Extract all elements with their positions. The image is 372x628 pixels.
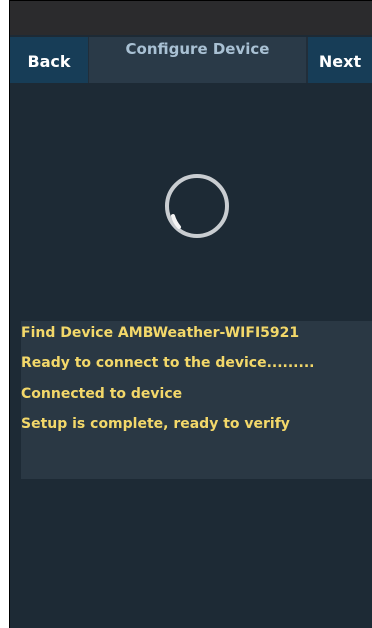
back-button[interactable]: Back <box>10 37 88 83</box>
back-button-label: Back <box>27 52 71 71</box>
page-title: Configure Device <box>89 37 306 83</box>
configure-device-screen: Back Configure Device Next Find Device A… <box>9 0 372 628</box>
log-line-find-device: Find Device AMBWeather-WIFI5921 <box>21 325 300 341</box>
log-line-setup-complete: Setup is complete, ready to verify <box>21 416 290 432</box>
navigation-bar: Back Configure Device Next <box>10 37 372 83</box>
log-line-ready-to-connect: Ready to connect to the device......... <box>21 355 315 371</box>
setup-log-panel: Find Device AMBWeather-WIFI5921 Ready to… <box>21 321 372 479</box>
next-button-label: Next <box>318 52 362 71</box>
next-button[interactable]: Next <box>308 37 372 83</box>
loading-spinner-icon <box>165 174 229 238</box>
status-bar <box>10 1 372 35</box>
log-line-connected: Connected to device <box>21 386 183 402</box>
